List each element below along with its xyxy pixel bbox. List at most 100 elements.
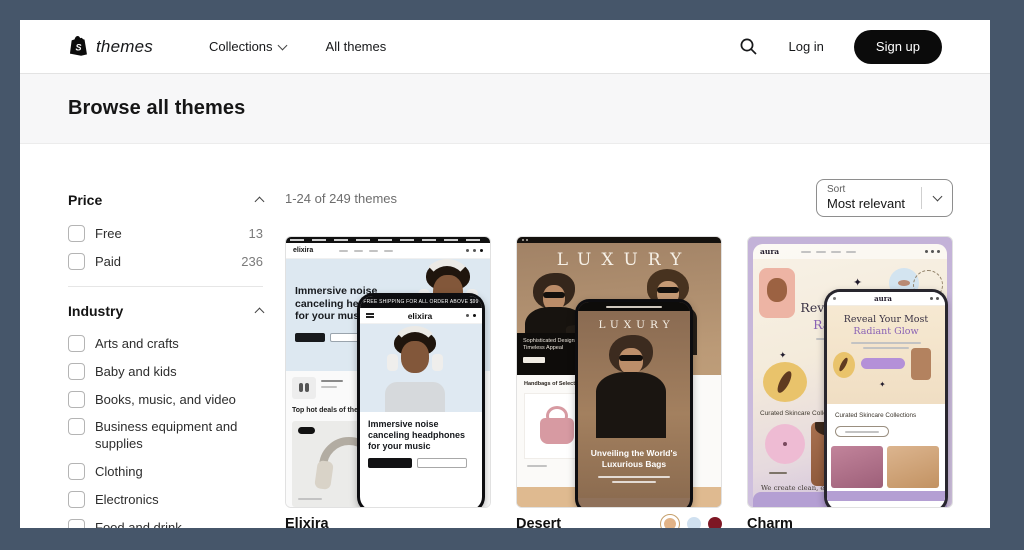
filter-sidebar: Price Free 13 Paid 236 Industry [68,179,263,528]
filter-option-baby[interactable]: Baby and kids [68,363,263,381]
filter-label: Arts and crafts [95,335,179,353]
hero-cta-primary [295,333,325,342]
filter-option-clothing[interactable]: Clothing [68,463,263,481]
filter-option-books[interactable]: Books, music, and video [68,391,263,409]
sort-expand-button[interactable] [922,196,952,200]
filter-option-food[interactable]: Food and drink [68,519,263,528]
color-swatch[interactable] [708,517,722,529]
store-logo: elixira [293,247,313,254]
promo-banner [578,302,690,311]
checkbox[interactable] [68,225,85,242]
results-toolbar: 1-24 of 249 themes Sort Most relevant [285,179,953,217]
shopify-themes-page: S themes Collections All themes Log in [20,20,990,528]
header: S themes Collections All themes Log in [20,20,990,74]
decor [898,280,910,286]
earbuds-icon [305,383,309,392]
color-swatch[interactable] [687,517,701,529]
decor [522,239,524,241]
decor [767,278,787,302]
theme-preview-elixira[interactable]: elixira Immersive noise canceling headph… [285,236,491,508]
filter-option-arts[interactable]: Arts and crafts [68,335,263,353]
nav-collections[interactable]: Collections [209,39,286,54]
theme-preview-charm[interactable]: aura [747,236,953,508]
themes-grid: elixira Immersive noise canceling headph… [285,236,953,528]
filter-label: Baby and kids [95,363,177,381]
login-link[interactable]: Log in [788,39,823,54]
decor [314,460,334,490]
sunglasses-icon [619,355,643,361]
filter-label: Free [95,225,122,243]
phone-cta-secondary [417,458,467,468]
checkbox[interactable] [68,519,85,528]
signup-button[interactable]: Sign up [854,30,942,64]
phone-section: Curated Skincare Collections [827,404,945,501]
decor [863,347,909,349]
checkbox[interactable] [68,253,85,270]
checkbox[interactable] [68,418,85,435]
filter-count: 13 [249,225,263,241]
checkbox[interactable] [68,491,85,508]
checkbox[interactable] [68,391,85,408]
color-swatch-selected[interactable] [660,514,680,529]
section-title: Curated Skincare Collections [835,412,916,419]
theme-name[interactable]: Elixira [285,516,329,529]
title-band: Browse all themes [20,74,990,144]
results-count: 1-24 of 249 themes [285,191,397,206]
decor [937,250,940,253]
decor [612,481,656,483]
sort-dropdown[interactable]: Sort Most relevant [816,179,953,217]
decor [596,372,666,438]
product-oval [763,362,807,402]
badge-circle [765,424,805,464]
page-title: Browse all themes [68,97,245,120]
search-icon [930,297,933,300]
filter-option-electronics[interactable]: Electronics [68,491,263,509]
store-logo: LUXURY [578,319,690,331]
theme-card-elixira[interactable]: elixira Immersive noise canceling headph… [285,236,491,528]
nav-all-themes[interactable]: All themes [326,39,387,54]
sale-badge [298,427,315,434]
chevron-up-icon [255,197,265,207]
industry-filter-header[interactable]: Industry [68,303,263,319]
brand-logo[interactable]: S themes [68,35,153,59]
cart-icon [473,314,476,317]
model-photo-tile [911,348,931,380]
decor [838,357,849,373]
price-filter-title: Price [68,192,102,208]
decor [931,250,934,253]
decor [321,386,337,388]
theme-card-charm[interactable]: aura [747,236,953,528]
theme-card-desert[interactable]: LUXURY [516,236,722,528]
shopify-bag-icon: S [68,35,90,59]
header-nav: Collections All themes [209,39,386,54]
filter-option-free[interactable]: Free 13 [68,225,263,243]
color-swatch [664,518,676,529]
decor [354,250,363,252]
decor [321,380,343,382]
decor [369,250,378,252]
decor [527,465,547,467]
theme-name[interactable]: Charm [747,516,793,529]
phone-cta-button [861,358,905,369]
filter-option-paid[interactable]: Paid 236 [68,253,263,271]
checkbox[interactable] [68,463,85,480]
theme-preview-desert[interactable]: LUXURY [516,236,722,508]
filter-count: 236 [241,253,263,269]
decor [831,251,841,253]
decor [845,431,879,433]
price-filter-header[interactable]: Price [68,192,263,208]
checkbox[interactable] [68,363,85,380]
decor [801,251,811,253]
model-photo-tile [759,268,795,318]
chevron-down-icon [932,192,942,202]
checkbox[interactable] [68,335,85,352]
browser-frame: S themes Collections All themes Log in [0,0,1024,550]
search-icon[interactable] [739,37,758,56]
svg-text:S: S [75,42,81,52]
theme-name[interactable]: Desert [516,516,561,529]
filter-option-business[interactable]: Business equipment and supplies [68,418,263,453]
decor [298,498,322,500]
brand-wordmark: themes [96,37,153,57]
product-oval [833,352,855,378]
desktop-topbar [517,237,721,243]
